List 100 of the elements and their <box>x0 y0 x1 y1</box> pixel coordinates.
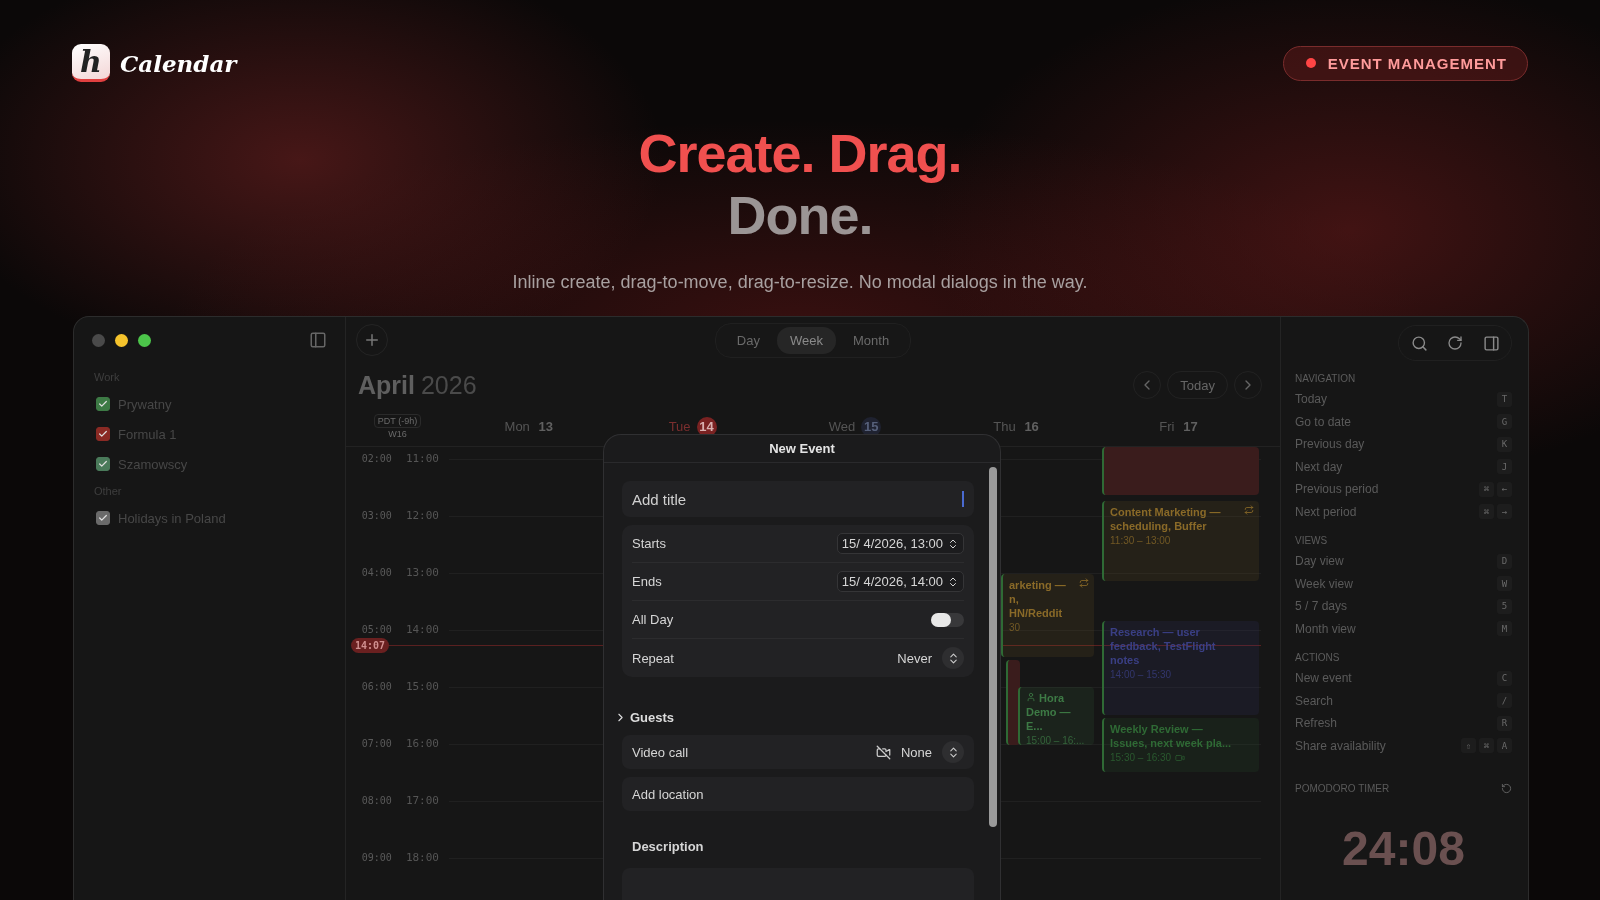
placeholder-text: Add title <box>632 490 687 508</box>
day-number: 13 <box>537 418 555 436</box>
timezone-badge: PDT (-9h) <box>373 414 422 428</box>
shortcut-label: Refresh <box>1295 716 1338 731</box>
plus-icon <box>363 331 381 349</box>
event-time: 30 <box>1009 622 1021 633</box>
timer-display: 24:08 <box>1342 824 1465 874</box>
shortcut-label: Go to date <box>1295 414 1352 429</box>
key-cap: A <box>1497 738 1512 754</box>
current-time-badge: 14:07 <box>351 638 390 653</box>
time-label: 12:00 <box>405 510 439 522</box>
secondary-time-label: 09:00 <box>361 852 392 864</box>
day-name: Wed <box>828 419 856 434</box>
key-cap: ⇧ <box>1461 738 1476 754</box>
check-icon <box>98 429 108 439</box>
brand-name: Calendar <box>120 49 237 77</box>
shortcut-label: Next period <box>1295 504 1357 519</box>
dialog-title: New Event <box>604 435 1000 463</box>
panel-toggle-icon <box>1482 334 1500 352</box>
field-label: Starts <box>632 536 666 551</box>
location-input[interactable]: Add location <box>622 777 974 811</box>
time-label: 18:00 <box>405 852 439 864</box>
secondary-time-label: 04:00 <box>361 567 392 579</box>
time-label: 13:00 <box>405 567 439 579</box>
section-title: POMODORO TIMER <box>1295 783 1390 794</box>
select-value: Never <box>897 650 932 666</box>
secondary-time-label: 05:00 <box>361 624 392 636</box>
stepper-button[interactable] <box>942 741 964 763</box>
window-zoom-button[interactable] <box>138 333 151 347</box>
field-label: Video call <box>632 744 689 760</box>
calendar-checkbox[interactable] <box>96 397 110 411</box>
shortcut-label: Today <box>1295 392 1328 407</box>
day-number: 16 <box>1023 418 1040 436</box>
key-cap: J <box>1497 459 1512 475</box>
secondary-time-label: 02:00 <box>361 453 392 465</box>
key-cap: G <box>1497 414 1512 430</box>
key-cap: C <box>1497 670 1512 686</box>
event-title: Hora Demo — E... <box>1026 691 1072 733</box>
key-cap: K <box>1497 436 1512 452</box>
shortcut-label: New event <box>1295 671 1352 686</box>
up-down-chevron-icon <box>947 575 959 588</box>
hero-subtitle: Inline create, drag-to-move, drag-to-resize. No modal dialogs in the way. <box>512 272 1088 293</box>
calendar-checkbox[interactable] <box>96 427 110 441</box>
day-name: Mon <box>504 419 530 434</box>
shortcut-label: Search <box>1295 693 1334 708</box>
day-number: 14 <box>696 416 717 437</box>
shortcut-label: Month view <box>1295 621 1356 636</box>
refresh-icon <box>1447 335 1463 351</box>
section-title: NAVIGATION <box>1295 373 1357 384</box>
date-time-field[interactable]: 15/ 4/2026, 13:00 <box>836 533 964 554</box>
hero-title: Done. <box>727 184 873 246</box>
secondary-time-label: 08:00 <box>361 795 392 807</box>
calendar-checkbox[interactable] <box>96 457 110 471</box>
reset-icon[interactable] <box>1501 783 1512 794</box>
section-label: Description <box>632 839 705 854</box>
sidebar-toggle-icon[interactable] <box>309 331 327 349</box>
shortcut-label: Next day <box>1295 459 1343 474</box>
key-cap: → <box>1497 504 1512 520</box>
key-cap: ⌘ <box>1479 481 1494 497</box>
week-number: W16 <box>388 429 407 439</box>
shortcut-label: Day view <box>1295 554 1344 569</box>
time-label: 11:00 <box>405 453 439 465</box>
guests-toggle[interactable]: Guests <box>614 707 974 727</box>
calendar-checkbox[interactable] <box>96 511 110 525</box>
shortcut-label: Previous day <box>1295 437 1365 452</box>
view-tab[interactable]: Week <box>777 326 836 354</box>
key-cap: ⌘ <box>1479 504 1494 520</box>
key-cap: ⌘ <box>1479 738 1494 754</box>
event-title: arketing — n, HN/Reddit <box>1009 578 1067 620</box>
key-cap: D <box>1497 553 1512 569</box>
video-off-icon <box>875 744 891 760</box>
title-input[interactable]: Add title <box>622 481 974 517</box>
search-icon <box>1410 334 1428 352</box>
stepper-button[interactable] <box>942 647 964 669</box>
key-cap: / <box>1497 693 1512 709</box>
event-time: 11:30 – 13:00 <box>1110 535 1171 546</box>
text-caret-icon <box>962 491 964 507</box>
time-label: 16:00 <box>405 738 439 750</box>
section-title: ACTIONS <box>1295 652 1341 663</box>
day-name: Thu <box>993 419 1016 434</box>
window-minimize-button[interactable] <box>115 333 128 347</box>
secondary-time-label: 07:00 <box>361 738 392 750</box>
check-icon <box>98 399 108 409</box>
event-time: 14:00 – 15:30 <box>1110 669 1172 680</box>
month-name: April <box>358 370 415 400</box>
day-number: 15 <box>861 416 882 437</box>
select-value: None <box>900 744 932 760</box>
status-dot-icon <box>1305 58 1316 68</box>
app-logo: h <box>72 44 110 82</box>
up-down-chevron-icon <box>947 537 959 550</box>
day-name: Fri <box>1159 419 1175 434</box>
category-badge: EVENT MANAGEMENT <box>1282 45 1528 81</box>
event-title: Content Marketing — scheduling, Buffer <box>1110 505 1222 533</box>
toggle-switch[interactable] <box>931 612 964 627</box>
field-label: Repeat <box>632 650 674 666</box>
event-time: 15:00 – 16:... <box>1026 735 1085 745</box>
check-icon <box>98 513 108 523</box>
shortcut-label: Previous period <box>1295 482 1379 497</box>
shortcut-label: Share availability <box>1295 738 1386 753</box>
date-time-field[interactable]: 15/ 4/2026, 14:00 <box>836 571 964 592</box>
